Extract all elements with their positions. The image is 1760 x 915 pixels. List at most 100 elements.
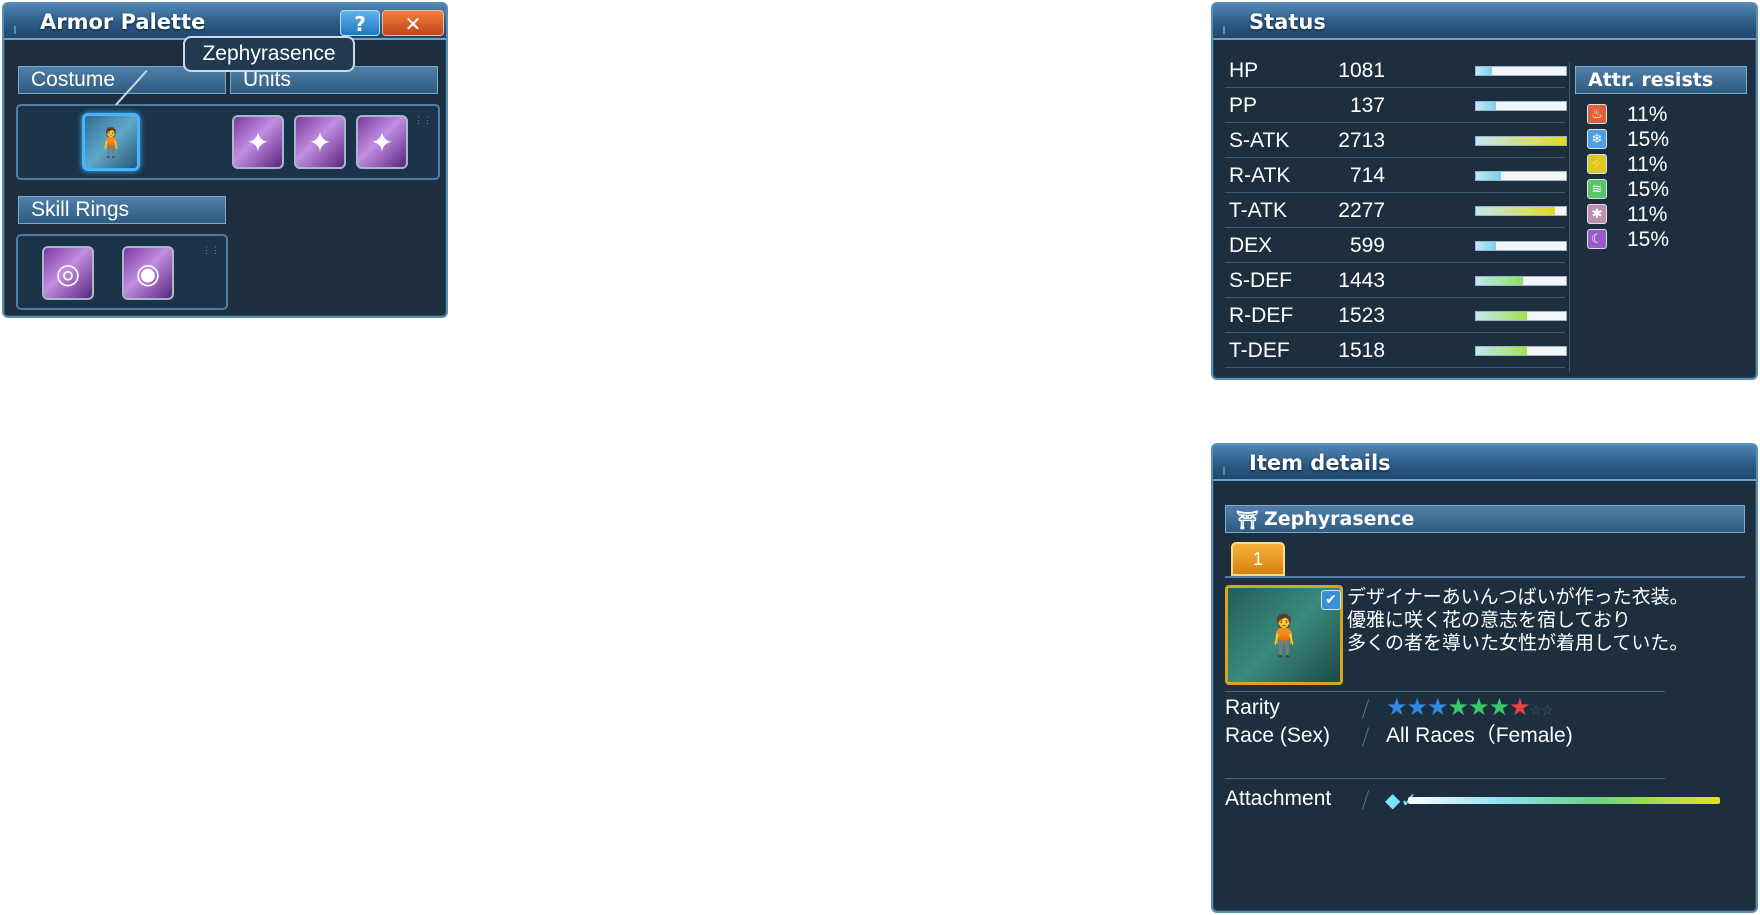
costume-tooltip: Zephyrasence — [183, 36, 355, 72]
stat-row: R-DEF 1523 — [1225, 299, 1567, 333]
description-line: 多くの者を導いた女性が着用していた。 — [1347, 632, 1689, 654]
stat-value: 137 — [1349, 94, 1385, 117]
stat-bar — [1475, 206, 1567, 216]
light-resist-icon: ✱ — [1587, 204, 1607, 224]
race-label: Race (Sex) — [1225, 724, 1331, 747]
stat-name: R-ATK — [1229, 164, 1291, 187]
costume-portrait-icon: 🧍 — [93, 125, 129, 159]
close-button[interactable]: ✕ — [382, 10, 444, 36]
resist-value: 11% — [1627, 103, 1668, 126]
attachment-label: Attachment — [1225, 787, 1332, 810]
stat-bar — [1475, 101, 1567, 111]
stat-bar-fill — [1476, 172, 1502, 180]
info-divider — [1361, 699, 1370, 719]
unit-slot-leg[interactable]: ✦ — [294, 115, 346, 169]
dark-resist-icon: ☾ — [1587, 229, 1607, 249]
skill-rings-panel: ◎ ◉ ⋮⋮ — [16, 234, 228, 310]
stat-bar-fill — [1476, 207, 1556, 215]
rarity-star-icon: ★ — [1427, 694, 1449, 721]
skill-rings-tab[interactable]: Skill Rings — [18, 196, 226, 224]
back-unit-icon: ✦ — [370, 125, 394, 159]
stat-bar — [1475, 311, 1567, 321]
help-button[interactable]: ? — [340, 10, 380, 36]
costume-category-icon: ⛩ — [1236, 510, 1259, 531]
stat-row: S-DEF 1443 — [1225, 264, 1567, 298]
description-line: 優雅に咲く花の意志を宿しており — [1347, 609, 1631, 631]
stat-value: 714 — [1349, 164, 1385, 187]
ice-resist-icon: ❄ — [1587, 129, 1607, 149]
stat-value: 2713 — [1338, 129, 1385, 152]
slot-decoration: ⋮⋮ — [202, 246, 220, 256]
stat-name: T-DEF — [1229, 339, 1290, 362]
character-figure-icon: 🧍 — [1259, 612, 1309, 659]
stat-row: T-DEF 1518 — [1225, 334, 1567, 368]
stat-bar — [1475, 346, 1567, 356]
armor-palette-window: Armor Palette ? ✕ Costume Units 🧍 ✦ ✦ ✦ … — [2, 2, 448, 318]
slot-decoration: ⋮⋮ — [414, 116, 432, 126]
stat-bar-fill — [1476, 242, 1496, 250]
stat-bar — [1475, 276, 1567, 286]
unit-slot-arm[interactable]: ✦ — [232, 115, 284, 169]
lightning-resist-icon: ⚡ — [1587, 154, 1607, 174]
title-decoration — [14, 26, 74, 34]
rarity-star-icon: ★ — [1509, 694, 1531, 721]
item-page-tab[interactable]: 1 — [1231, 542, 1285, 576]
unit-slot-back[interactable]: ✦ — [356, 115, 408, 169]
stat-name: DEX — [1229, 234, 1273, 257]
fire-resist-icon: ♨ — [1587, 104, 1607, 124]
costume-slot[interactable]: 🧍 — [82, 113, 140, 171]
resist-value: 15% — [1627, 128, 1670, 151]
title-decoration — [1223, 26, 1283, 34]
stat-bar-fill — [1476, 137, 1566, 145]
item-details-title-bar[interactable]: Item details — [1213, 445, 1756, 481]
stat-row: PP 137 — [1225, 89, 1567, 123]
armor-slots-panel: 🧍 ✦ ✦ ✦ ⋮⋮ — [16, 104, 440, 180]
race-value: All Races（Female) — [1386, 724, 1573, 747]
info-divider — [1361, 727, 1370, 747]
stat-bar-fill — [1476, 277, 1523, 285]
resist-value: 15% — [1627, 228, 1670, 251]
info-divider — [1361, 790, 1370, 810]
stat-bar-fill — [1476, 312, 1528, 320]
item-name-bar: ⛩ Zephyrasence — [1225, 505, 1745, 533]
stat-value: 2277 — [1338, 199, 1385, 222]
stat-name: R-DEF — [1229, 304, 1294, 327]
rarity-star-icon: ★ — [1447, 694, 1470, 721]
info-separator — [1225, 778, 1665, 779]
skill-ring-slot-left[interactable]: ◎ — [42, 246, 94, 300]
rarity-star-icon: ★ — [1406, 694, 1429, 721]
stat-name: T-ATK — [1229, 199, 1287, 222]
rarity-star-icon: ★ — [1386, 694, 1408, 721]
attr-resists-header: Attr. resists — [1575, 66, 1747, 94]
stat-value: 1523 — [1338, 304, 1385, 327]
title-decoration — [1223, 467, 1283, 475]
stat-row: HP 1081 — [1225, 54, 1567, 88]
stat-value: 1081 — [1338, 59, 1385, 82]
resist-value: 11% — [1627, 153, 1668, 176]
wind-resist-icon: ≋ — [1587, 179, 1607, 199]
rarity-stars: ★★★★★★★☆☆ — [1386, 694, 1554, 723]
attachment-bar — [1408, 797, 1720, 804]
stat-name: PP — [1229, 94, 1258, 117]
stat-name: HP — [1229, 59, 1259, 82]
stat-name: S-ATK — [1229, 129, 1290, 152]
status-title-bar[interactable]: Status — [1213, 4, 1756, 40]
status-divider — [1569, 62, 1570, 372]
resist-value: 15% — [1627, 178, 1670, 201]
status-window: Status HP 1081 PP 137 S-ATK 2713 R-ATK 714 T-ATK… — [1211, 2, 1758, 380]
info-separator — [1225, 691, 1665, 692]
stat-value: 599 — [1349, 234, 1385, 257]
arm-unit-icon: ✦ — [246, 125, 270, 159]
stat-bar — [1475, 241, 1567, 251]
tab-underline — [1225, 576, 1745, 578]
rarity-star-icon: ★ — [1488, 694, 1511, 721]
ring-icon: ◉ — [135, 256, 161, 290]
skill-ring-slot-right[interactable]: ◉ — [122, 246, 174, 300]
stat-row: T-ATK 2277 — [1225, 194, 1567, 228]
rarity-star-icon: ★ — [1468, 694, 1490, 721]
stat-bar — [1475, 66, 1567, 76]
ring-icon: ◎ — [55, 256, 81, 290]
stat-value: 1443 — [1338, 269, 1385, 292]
stat-value: 1518 — [1338, 339, 1385, 362]
equipped-check-icon: ✔ — [1321, 590, 1341, 610]
